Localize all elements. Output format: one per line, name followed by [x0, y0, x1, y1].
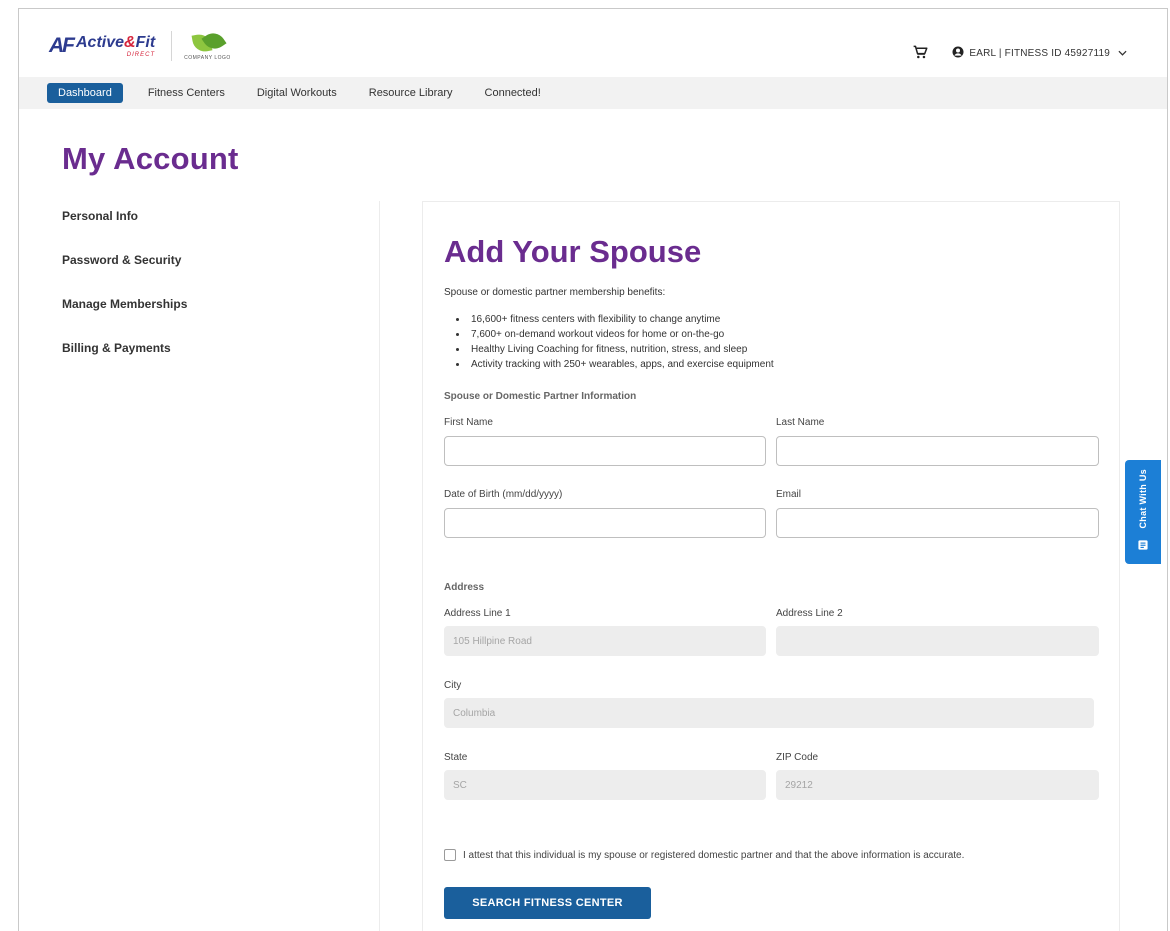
address-line1-input[interactable]: [444, 626, 766, 656]
address-line2-input[interactable]: [776, 626, 1099, 656]
sidebar-item-password-security[interactable]: Password & Security: [62, 253, 262, 297]
benefit-item: 16,600+ fitness centers with flexibility…: [468, 312, 774, 327]
state-input[interactable]: [444, 770, 766, 800]
benefit-item: Activity tracking with 250+ wearables, a…: [468, 357, 774, 372]
chat-label: Chat With Us: [1138, 469, 1148, 529]
account-area: EARL | FITNESS ID 45927119: [913, 45, 1127, 62]
active-fit-logo[interactable]: AF Active&Fit DIRECT COMPANY LOGO: [49, 27, 231, 61]
attestation-checkbox[interactable]: [444, 849, 456, 861]
last-name-input[interactable]: [776, 436, 1099, 466]
attestation-text: I attest that this individual is my spou…: [463, 849, 965, 861]
address-line1-label: Address Line 1: [444, 608, 511, 619]
add-spouse-card: Add Your Spouse Spouse or domestic partn…: [422, 201, 1120, 931]
page-title: My Account: [62, 141, 239, 176]
brand-name-part2: Fit: [135, 33, 156, 51]
last-name-label: Last Name: [776, 417, 825, 428]
account-sidebar: Personal Info Password & Security Manage…: [62, 209, 262, 385]
leaf-icon: [189, 27, 228, 54]
first-name-input[interactable]: [444, 436, 766, 466]
benefits-intro: Spouse or domestic partner membership be…: [444, 287, 666, 298]
nav-resource-library[interactable]: Resource Library: [353, 83, 469, 103]
first-name-label: First Name: [444, 417, 493, 428]
zip-code-input[interactable]: [776, 770, 1099, 800]
address-line2-label: Address Line 2: [776, 608, 843, 619]
nav-dashboard[interactable]: Dashboard: [47, 83, 123, 103]
main-nav: Dashboard Fitness Centers Digital Workou…: [19, 77, 1167, 109]
city-input[interactable]: [444, 698, 1094, 728]
logo-divider: [171, 31, 173, 61]
benefits-list: 16,600+ fitness centers with flexibility…: [468, 312, 774, 372]
sidebar-item-manage-memberships[interactable]: Manage Memberships: [62, 297, 262, 341]
email-label: Email: [776, 489, 802, 500]
email-input[interactable]: [776, 508, 1099, 538]
dob-label: Date of Birth (mm/dd/yyyy): [444, 489, 563, 500]
attestation-row: I attest that this individual is my spou…: [444, 849, 964, 861]
sidebar-divider: [379, 201, 380, 931]
sidebar-item-personal-info[interactable]: Personal Info: [62, 209, 262, 253]
dob-input[interactable]: [444, 508, 766, 538]
nav-digital-workouts[interactable]: Digital Workouts: [241, 83, 353, 103]
partner-info-heading: Spouse or Domestic Partner Information: [444, 391, 637, 402]
af-logo-mark: AF: [49, 34, 75, 57]
company-logo-text: COMPANY LOGO: [184, 54, 231, 61]
brand-name-part1: Active: [76, 33, 125, 51]
user-account-label[interactable]: EARL | FITNESS ID 45927119: [969, 48, 1110, 59]
benefit-item: Healthy Living Coaching for fitness, nut…: [468, 342, 774, 357]
zip-code-label: ZIP Code: [776, 752, 819, 763]
cart-icon[interactable]: [913, 45, 928, 62]
nav-fitness-centers[interactable]: Fitness Centers: [132, 83, 241, 103]
brand-subtitle: DIRECT: [126, 51, 156, 58]
nav-connected[interactable]: Connected!: [469, 83, 557, 103]
chat-icon: [1138, 537, 1148, 555]
brand-wordmark: Active&Fit DIRECT: [76, 33, 156, 58]
chat-with-us-tab[interactable]: Chat With Us: [1125, 460, 1161, 564]
app-frame: AF Active&Fit DIRECT COMPANY LOGO EARL |…: [18, 8, 1168, 931]
header: AF Active&Fit DIRECT COMPANY LOGO EARL |…: [19, 9, 1167, 77]
address-heading: Address: [444, 582, 485, 593]
chevron-down-icon[interactable]: [1118, 48, 1127, 59]
user-circle-icon[interactable]: [952, 46, 964, 61]
sidebar-item-billing-payments[interactable]: Billing & Payments: [62, 341, 262, 385]
company-logo: COMPANY LOGO: [184, 27, 231, 61]
state-label: State: [444, 752, 468, 763]
city-label: City: [444, 680, 462, 691]
benefit-item: 7,600+ on-demand workout videos for home…: [468, 327, 774, 342]
search-fitness-center-button[interactable]: SEARCH FITNESS CENTER: [444, 887, 651, 919]
brand-name-amp: &: [124, 33, 136, 51]
form-title: Add Your Spouse: [444, 234, 702, 269]
